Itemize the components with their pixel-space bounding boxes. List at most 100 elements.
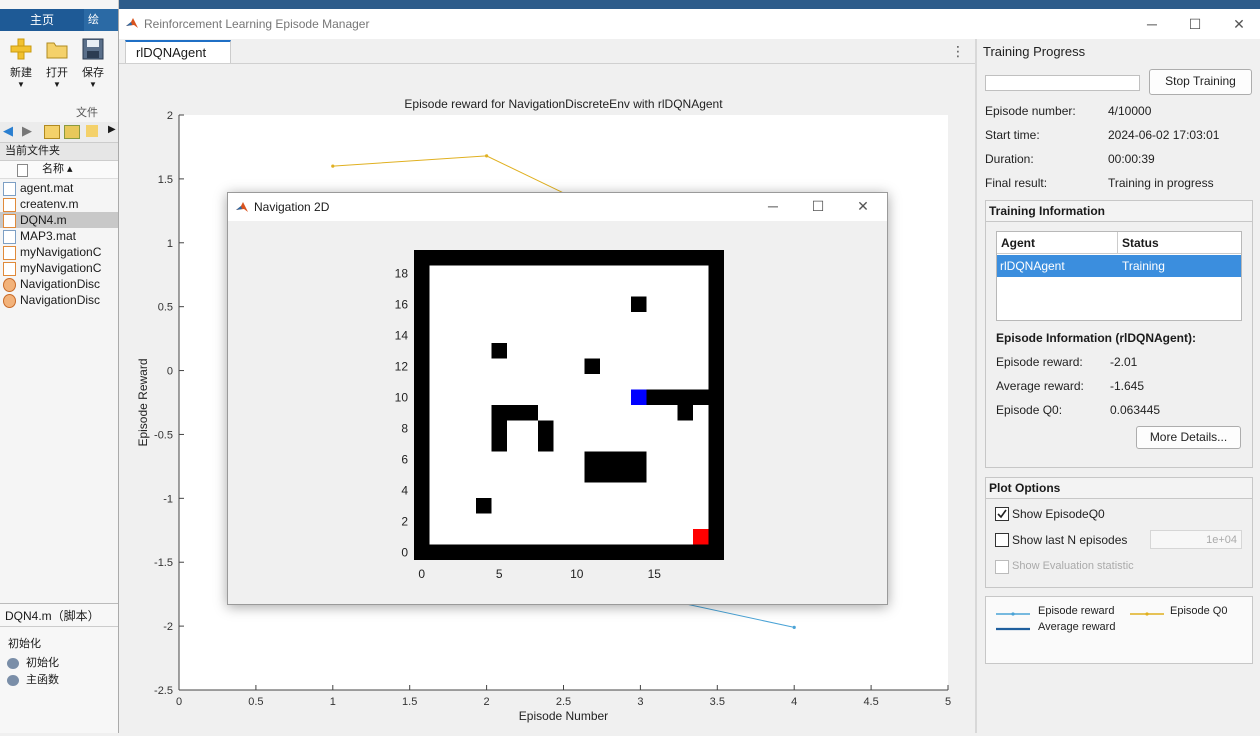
status-cell: Training — [1122, 259, 1165, 273]
file-section-label: 文件 — [76, 104, 98, 120]
y-tick-label: -2 — [163, 621, 173, 633]
show-episode-q0-checkbox[interactable] — [995, 507, 1009, 521]
path-chevron-icon[interactable]: ▶ — [108, 124, 116, 135]
show-evaluation-checkbox[interactable] — [995, 560, 1009, 574]
open-button[interactable]: 打开 ▼ — [42, 38, 72, 89]
list-item[interactable]: myNavigationC — [0, 244, 118, 260]
obstacle-cell — [492, 405, 539, 421]
duration-value: 00:00:39 — [1108, 152, 1155, 166]
new-button[interactable]: 新建 ▼ — [6, 38, 36, 89]
file-name: NavigationDisc — [20, 277, 100, 291]
next-tab-edge[interactable]: 绘 — [84, 9, 119, 31]
y-tick-label: -2.5 — [154, 685, 173, 697]
chart-title: Episode reward for NavigationDiscreteEnv… — [404, 97, 723, 111]
plus-icon — [9, 38, 33, 60]
tab-rldqnagent[interactable]: rlDQNAgent — [125, 40, 231, 63]
minimize-button[interactable]: ─ — [1137, 13, 1167, 35]
legend-average-reward-swatch — [996, 626, 1030, 632]
chevron-down-icon: ▼ — [78, 80, 108, 89]
training-progress-panel: Training Progress Stop Training Episode … — [977, 39, 1260, 733]
episode-number-label: Episode number: — [985, 104, 1076, 118]
list-item[interactable]: agent.mat — [0, 180, 118, 196]
grid-y-tick-label: 8 — [401, 421, 408, 435]
episode-information-title: Episode Information (rlDQNAgent): — [996, 331, 1196, 345]
grid-y-tick-label: 12 — [395, 359, 409, 373]
script-file-icon — [3, 214, 16, 228]
table-row[interactable]: rlDQNAgent Training — [997, 255, 1241, 277]
y-tick-label: 2 — [167, 110, 173, 122]
matlab-logo-icon — [236, 201, 248, 213]
average-reward-label: Average reward: — [996, 379, 1084, 393]
close-button[interactable]: ✕ — [848, 195, 878, 217]
grid-x-tick-label: 0 — [418, 567, 425, 581]
detail-item[interactable]: 初始化 — [0, 655, 118, 672]
path-folder-icon[interactable] — [86, 125, 98, 137]
y-tick-label: 0.5 — [158, 302, 173, 314]
status-column-header[interactable]: Status — [1118, 232, 1241, 254]
obstacle-cell — [492, 343, 508, 359]
agent-column-header[interactable]: Agent — [997, 232, 1118, 254]
detail-item-label: 初始化 — [26, 657, 59, 669]
file-name: DQN4.m — [20, 213, 67, 227]
list-item[interactable]: NavigationDisc — [0, 292, 118, 308]
list-item[interactable]: myNavigationC — [0, 260, 118, 276]
obstacle-cell — [585, 359, 601, 375]
show-last-n-checkbox[interactable] — [995, 533, 1009, 547]
grid-x-tick-label: 15 — [648, 567, 662, 581]
open-label: 打开 — [42, 64, 72, 80]
series-point-0 — [331, 165, 334, 168]
navigation-title-bar[interactable]: Navigation 2D ─ ☐ ✕ — [228, 193, 887, 221]
training-progress-title: Training Progress — [983, 44, 1085, 59]
grid-y-tick-label: 14 — [395, 328, 409, 342]
stop-training-button[interactable]: Stop Training — [1149, 69, 1252, 95]
chevron-down-icon: ▼ — [42, 80, 72, 89]
forward-arrow-icon[interactable]: ▶ — [22, 123, 32, 139]
training-progress-bar — [985, 75, 1140, 91]
list-item[interactable]: createnv.m — [0, 196, 118, 212]
x-tick-label: 4.5 — [863, 696, 878, 708]
up-folder-icon[interactable] — [44, 125, 60, 139]
plot-options-group: Plot Options Show EpisodeQ0 Show last N … — [985, 477, 1253, 588]
back-arrow-icon[interactable]: ◀ — [3, 123, 13, 139]
file-name: MAP3.mat — [20, 229, 76, 243]
y-tick-label: 1 — [167, 238, 173, 250]
list-item[interactable]: DQN4.m — [0, 212, 118, 228]
browse-folder-icon[interactable] — [64, 125, 80, 139]
x-tick-label: 0 — [176, 696, 182, 708]
name-column-header[interactable]: 名称 ▴ — [0, 161, 118, 179]
close-button[interactable]: ✕ — [1224, 13, 1254, 35]
current-folder-header: 当前文件夹 — [0, 143, 119, 161]
series-point-0 — [485, 154, 488, 157]
grid-x-tick-label: 5 — [496, 567, 503, 581]
start-time-label: Start time: — [985, 128, 1040, 142]
more-details-button[interactable]: More Details... — [1136, 426, 1241, 449]
file-name: agent.mat — [20, 181, 73, 195]
home-tab[interactable]: 主页 — [0, 9, 84, 31]
x-tick-label: 5 — [945, 696, 951, 708]
maximize-button[interactable]: ☐ — [1180, 13, 1210, 35]
obstacle-cell — [585, 452, 647, 483]
grid-world-map: 024681012141618051015 — [228, 221, 887, 604]
minimize-button[interactable]: ─ — [758, 195, 788, 217]
list-item[interactable]: NavigationDisc — [0, 276, 118, 292]
maximize-button[interactable]: ☐ — [803, 195, 833, 217]
window-title: Reinforcement Learning Episode Manager — [144, 17, 369, 31]
list-item[interactable]: MAP3.mat — [0, 228, 118, 244]
tab-menu-icon[interactable]: ⋮ — [951, 43, 965, 60]
detail-item[interactable]: 主函数 — [0, 672, 118, 689]
window-title-bar[interactable]: Reinforcement Learning Episode Manager ─… — [119, 9, 1260, 39]
save-icon — [81, 38, 105, 60]
last-n-input[interactable]: 1e+04 — [1150, 530, 1242, 549]
save-label: 保存 — [78, 64, 108, 80]
grid-y-tick-label: 16 — [395, 297, 409, 311]
file-name: myNavigationC — [20, 245, 101, 259]
final-result-value: Training in progress — [1108, 176, 1214, 190]
agent-cell: rlDQNAgent — [1000, 259, 1065, 273]
details-title: DQN4.m（脚本） — [0, 604, 118, 627]
section-icon — [7, 658, 19, 669]
save-button[interactable]: 保存 ▼ — [78, 38, 108, 89]
show-last-n-label: Show last N episodes — [1012, 533, 1127, 547]
y-tick-label: -1.5 — [154, 557, 173, 569]
class-file-icon — [3, 278, 16, 292]
mat-file-icon — [3, 230, 16, 244]
